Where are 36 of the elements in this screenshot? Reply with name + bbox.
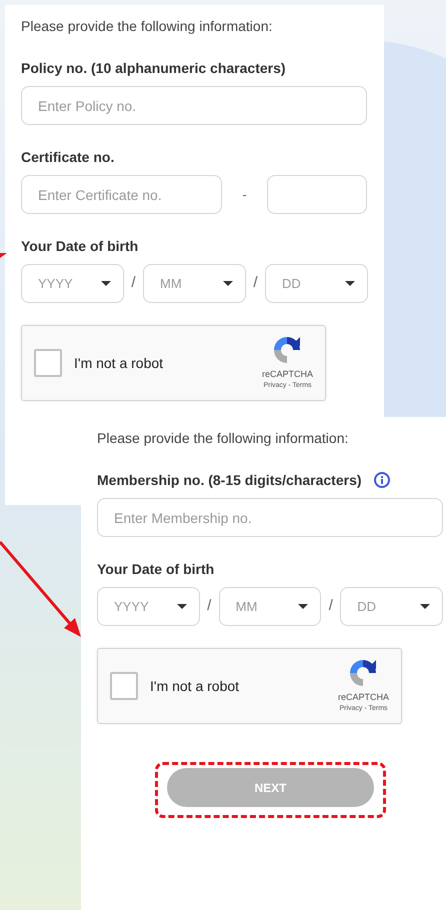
input-field[interactable]: Enter Membership no.	[97, 498, 443, 537]
date-select[interactable]: YYYY	[97, 587, 200, 626]
separator-text: /	[206, 596, 212, 616]
caret-icon	[223, 281, 233, 286]
caret-icon	[420, 604, 430, 609]
captcha-label: I'm not a robot	[150, 676, 240, 696]
date-select[interactable]: MM	[143, 264, 246, 303]
separator-text: /	[252, 273, 259, 294]
caret-icon	[345, 281, 355, 286]
field-label: Your Date of birth	[21, 237, 138, 256]
separator-text: /	[328, 596, 334, 616]
intro-text: Please provide the following information:	[21, 17, 274, 36]
captcha-checkbox[interactable]	[110, 672, 138, 700]
date-select[interactable]: YYYY	[21, 264, 124, 303]
separator-text: /	[130, 273, 137, 294]
field-label: Membership no. (8-15 digits/characters)	[97, 471, 362, 490]
date-select[interactable]: DD	[340, 587, 443, 626]
separator-text: -	[241, 186, 248, 204]
info-icon[interactable]	[374, 472, 390, 488]
input-field[interactable]	[267, 175, 367, 214]
field-label: Policy no. (10 alphanumeric characters)	[21, 59, 286, 78]
captcha-checkbox[interactable]	[34, 349, 62, 377]
captcha-brand: reCAPTCHA	[338, 691, 389, 703]
field-label: Your Date of birth	[97, 560, 214, 579]
captcha-brand: reCAPTCHA	[262, 368, 313, 380]
date-select[interactable]: MM	[218, 587, 322, 626]
field-label: Certificate no.	[21, 148, 114, 167]
caret-icon	[176, 604, 187, 609]
date-select[interactable]: DD	[265, 264, 368, 303]
intro-text: Please provide the following information:	[97, 429, 350, 448]
input-field[interactable]: Enter Policy no.	[21, 86, 367, 125]
caret-icon	[298, 604, 308, 609]
caret-icon	[101, 281, 111, 286]
input-field[interactable]: Enter Certificate no.	[21, 175, 222, 214]
captcha-label: I'm not a robot	[74, 354, 164, 372]
arrow	[0, 253, 7, 258]
